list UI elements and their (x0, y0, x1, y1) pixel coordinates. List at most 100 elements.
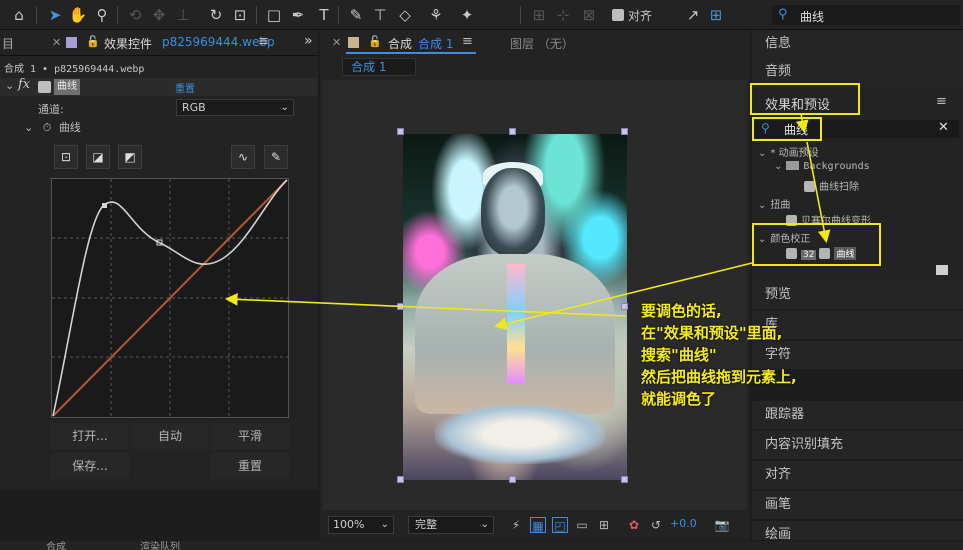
comp-navigator-button[interactable]: 合成 1 (342, 58, 416, 76)
lock-icon[interactable]: 🔓 (86, 35, 100, 48)
clone-stamp-tool-icon[interactable]: ⊤ (369, 4, 391, 26)
curves-graph-svg[interactable] (52, 179, 288, 417)
axis-local-icon[interactable]: ⊞ (528, 4, 550, 26)
zoom-select[interactable]: 100% ⌄ (328, 516, 394, 534)
effect-type-icon (38, 81, 51, 93)
effect-name[interactable]: 曲线 (54, 79, 80, 95)
tree-item-distort[interactable]: ⌄ 扭曲 (758, 196, 790, 211)
bezier-curve-tool-icon[interactable]: ∿ (231, 145, 255, 169)
axis-view-icon[interactable]: ⊠ (578, 4, 600, 26)
tab-comp-name[interactable]: 合成 1 (418, 35, 453, 52)
hand-tool-icon[interactable]: ✋ (67, 4, 89, 26)
lock-icon[interactable]: 🔓 (368, 35, 382, 48)
reset-exposure-icon[interactable]: ↺ (648, 517, 664, 533)
graph-size-medium-icon[interactable]: ◪ (86, 145, 110, 169)
zoom-tool-icon[interactable]: ⚲ (91, 4, 113, 26)
composition-viewer[interactable] (323, 80, 747, 510)
roto-brush-tool-icon[interactable]: ⚘ (425, 4, 447, 26)
panel-menu-icon[interactable]: ≡ (258, 34, 269, 49)
footage-layer-image[interactable] (403, 134, 627, 480)
region-of-interest-icon[interactable]: ▭ (574, 517, 590, 533)
panel-info[interactable]: 信息 (752, 30, 963, 58)
rectangle-tool-icon[interactable]: □ (263, 4, 285, 26)
toolbar-divider (338, 6, 339, 24)
transform-handle[interactable] (397, 476, 404, 483)
eraser-tool-icon[interactable]: ◇ (394, 4, 416, 26)
tab-composition[interactable]: 合成 (388, 35, 412, 52)
new-folder-icon[interactable] (936, 265, 948, 275)
close-icon[interactable]: ✕ (52, 36, 61, 49)
collapse-chevron-icon[interactable]: ⌄ (5, 79, 14, 92)
rotate-tool-icon[interactable]: ⟲ (124, 4, 146, 26)
snap-grid-icon[interactable]: ⊞ (705, 4, 727, 26)
selection-tool-icon[interactable]: ➤ (44, 4, 66, 26)
curves-graph[interactable] (51, 178, 289, 418)
resolution-select[interactable]: 完整 ⌄ (408, 516, 494, 534)
tab-render-queue[interactable]: 渲染队列 (140, 541, 180, 550)
tab-effect-controls[interactable]: 效果控件 (104, 35, 152, 52)
panel-paint[interactable]: 绘画 (752, 521, 963, 540)
transform-handle[interactable] (621, 476, 628, 483)
anchor-tool-icon[interactable]: ⊡ (229, 4, 251, 26)
close-icon[interactable]: ✕ (332, 36, 341, 49)
clear-search-icon[interactable]: ✕ (938, 120, 949, 135)
collapse-chevron-icon[interactable]: ⌄ (24, 121, 33, 134)
tree-item-anim-presets[interactable]: ⌄ * 动画预设 (758, 144, 819, 159)
panel-audio[interactable]: 音频 (752, 58, 963, 86)
double-chevron-icon[interactable]: » (304, 33, 313, 49)
pencil-tool-icon[interactable]: ✎ (264, 145, 288, 169)
transform-handle[interactable] (509, 128, 516, 135)
transform-handle[interactable] (397, 303, 404, 310)
panel-content-aware-fill[interactable]: 内容识别填充 (752, 431, 963, 459)
transform-handle[interactable] (397, 128, 404, 135)
auto-button[interactable]: 自动 (131, 423, 209, 449)
curves-property-row: ⌄ ⏱ 曲线 (24, 119, 81, 135)
transform-handle[interactable] (509, 476, 516, 483)
transform-handle[interactable] (621, 128, 628, 135)
panel-menu-icon[interactable]: ≡ (462, 34, 473, 49)
graph-size-small-icon[interactable]: ⊡ (54, 145, 78, 169)
tools-toolbar: ⌂ ➤ ✋ ⚲ ⟲ ✥ ⊥ ↻ ⊡ □ ✒ T ✎ ⊤ ◇ ⚘ ✦ ⊞ ⊹ ⊠ … (0, 0, 963, 30)
brush-tool-icon[interactable]: ✎ (345, 4, 367, 26)
help-search-input[interactable]: ⚲ 曲线 (772, 5, 960, 25)
exposure-value[interactable]: +0.0 (670, 517, 697, 530)
snap-options-icon[interactable]: ↗ (682, 4, 704, 26)
channel-select[interactable]: RGB ⌄ (176, 99, 294, 116)
tree-item-backgrounds[interactable]: ⌄ Backgrounds (774, 161, 870, 172)
stopwatch-icon[interactable]: ⏱ (43, 121, 52, 134)
tutorial-annotation: 要调色的话, 在"效果和预设"里面, 搜索"曲线" 然后把曲线拖到元素上, 就能… (641, 300, 797, 410)
curve-point[interactable] (102, 203, 107, 208)
rotation-tool-icon[interactable]: ↻ (205, 4, 227, 26)
reset-button[interactable]: 重置 (211, 453, 289, 479)
snapshot-camera-icon[interactable]: 📷 (714, 517, 730, 533)
camera-tool-icon[interactable]: ✥ (148, 4, 170, 26)
mask-visibility-icon[interactable]: ◰ (552, 517, 568, 533)
panel-menu-icon[interactable]: ≡ (936, 94, 947, 109)
pen-tool-icon[interactable]: ✒ (287, 4, 309, 26)
channels-icon[interactable]: ✿ (626, 517, 642, 533)
effect-header-row[interactable]: ⌄ fx 曲线 重置 (0, 77, 318, 96)
panel-align[interactable]: 对齐 (752, 461, 963, 489)
pan-behind-tool-icon[interactable]: ⊥ (172, 4, 194, 26)
tab-timeline-comp[interactable]: 合成 (46, 541, 66, 550)
transparency-grid-icon[interactable]: ▦ (530, 517, 546, 533)
fast-previews-icon[interactable]: ⚡ (508, 517, 524, 533)
puppet-pin-tool-icon[interactable]: ✦ (456, 4, 478, 26)
reset-link[interactable]: 重置 (175, 80, 195, 95)
home-icon[interactable]: ⌂ (8, 4, 30, 26)
project-tab-stub[interactable]: 目 (2, 35, 14, 52)
search-icon: ⚲ (778, 7, 788, 22)
graph-size-large-icon[interactable]: ◩ (118, 145, 142, 169)
type-tool-icon[interactable]: T (313, 4, 335, 26)
snap-checkbox[interactable] (612, 9, 624, 21)
axis-world-icon[interactable]: ⊹ (552, 4, 574, 26)
grid-guides-icon[interactable]: ⊞ (596, 517, 612, 533)
save-button[interactable]: 保存... (51, 453, 129, 479)
panel-brush[interactable]: 画笔 (752, 491, 963, 519)
tab-layer[interactable]: 图层 （无） (510, 35, 574, 52)
smooth-button[interactable]: 平滑 (211, 423, 289, 449)
tree-item-curves-sweep[interactable]: 曲线扫除 (804, 178, 859, 193)
transform-handle[interactable] (621, 303, 628, 310)
fx-icon[interactable]: fx (18, 77, 30, 92)
open-button[interactable]: 打开... (51, 423, 129, 449)
